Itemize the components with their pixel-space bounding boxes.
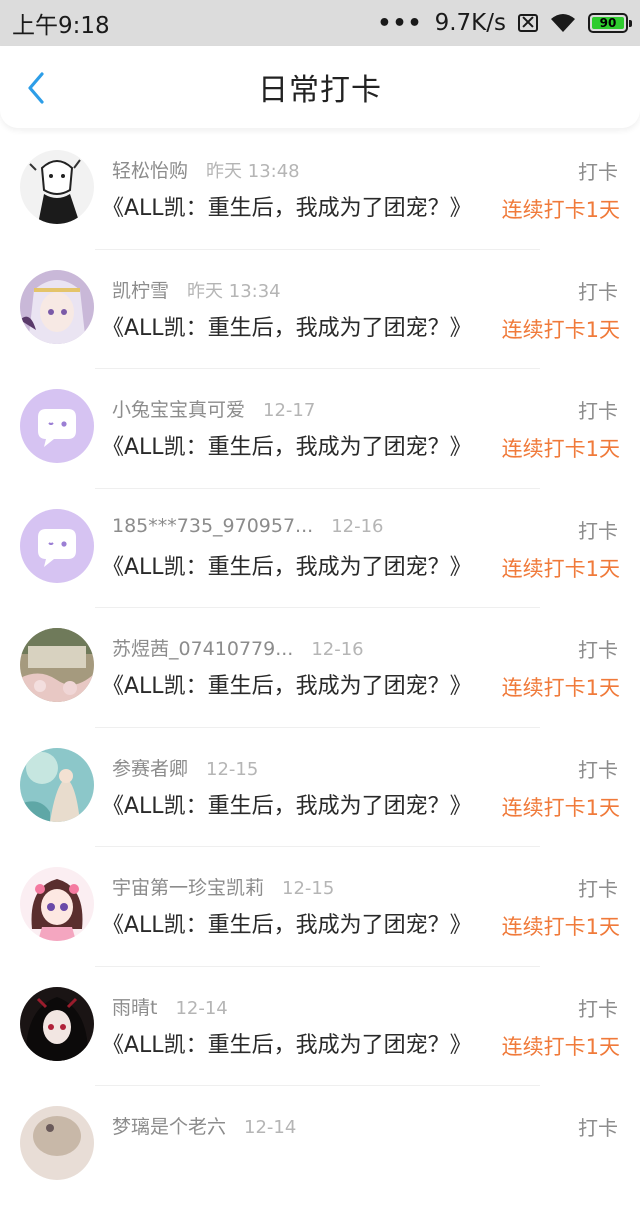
user-avatar[interactable] — [20, 508, 94, 583]
username[interactable]: 雨晴t — [112, 993, 157, 1020]
user-avatar[interactable] — [20, 1106, 94, 1180]
item-meta: 梦璃是个老六 12-14 — [112, 1112, 296, 1139]
checkin-time: 12-16 — [331, 515, 384, 537]
checkin-label: 打卡 — [578, 757, 618, 782]
list-item[interactable]: 宇宙第一珍宝凯莉 12-15 《ALL凯：重生后，我成为了团宠？》 打卡 连续打… — [0, 847, 640, 967]
book-title[interactable]: 《ALL凯：重生后，我成为了团宠？》 — [102, 907, 472, 939]
checkin-label: 打卡 — [578, 996, 618, 1021]
book-title[interactable]: 《ALL凯：重生后，我成为了团宠？》 — [102, 310, 472, 342]
checkin-label: 打卡 — [578, 518, 618, 543]
streak-label: 连续打卡1天 — [501, 198, 620, 222]
user-avatar[interactable] — [20, 389, 94, 463]
list-item[interactable]: 轻松怡购 昨天 13:48 《ALL凯：重生后，我成为了团宠？》 打卡 连续打卡… — [0, 130, 640, 250]
checkin-time: 昨天 13:48 — [206, 161, 300, 182]
checkin-time: 12-16 — [311, 639, 364, 660]
checkin-time: 12-15 — [206, 758, 259, 780]
list-item[interactable]: 185***735_970957... 12-16 《ALL凯：重生后，我成为了… — [0, 489, 640, 608]
checkin-time: 12-15 — [282, 878, 335, 899]
username[interactable]: 宇宙第一珍宝凯莉 — [112, 873, 264, 900]
checkin-label: 打卡 — [578, 399, 618, 423]
checkin-time: 12-14 — [175, 997, 228, 1019]
checkin-list: 轻松怡购 昨天 13:48 《ALL凯：重生后，我成为了团宠？》 打卡 连续打卡… — [0, 130, 640, 1206]
item-meta: 185***735_970957... 12-16 — [112, 515, 384, 537]
status-icons: ••• 9.7K/s 90 — [377, 10, 632, 36]
chevron-left-icon — [28, 72, 44, 104]
checkin-label: 打卡 — [578, 1116, 618, 1140]
sim-off-icon — [518, 14, 538, 32]
username[interactable]: 凯柠雪 — [112, 276, 169, 303]
checkin-time: 12-17 — [263, 400, 316, 421]
title-bar: 日常打卡 — [0, 46, 640, 128]
battery-level: 90 — [592, 16, 624, 30]
book-title[interactable]: 《ALL凯：重生后，我成为了团宠？》 — [102, 190, 472, 222]
status-time: 上午9:18 — [12, 13, 110, 39]
list-item[interactable]: 小兔宝宝真可爱 12-17 《ALL凯：重生后，我成为了团宠？》 打卡 连续打卡… — [0, 369, 640, 489]
page-title: 日常打卡 — [258, 73, 382, 108]
default-chat-icon — [20, 508, 94, 583]
streak-label: 连续打卡1天 — [501, 795, 620, 820]
item-meta: 参赛者卿 12-15 — [112, 754, 258, 781]
item-meta: 轻松怡购 昨天 13:48 — [112, 156, 300, 183]
status-bar: 上午9:18 ••• 9.7K/s 90 — [0, 0, 640, 46]
network-speed: 9.7K/s — [434, 10, 506, 36]
username[interactable]: 参赛者卿 — [112, 754, 188, 781]
book-title[interactable]: 《ALL凯：重生后，我成为了团宠？》 — [102, 788, 472, 820]
streak-label: 连续打卡1天 — [501, 915, 620, 939]
checkin-label: 打卡 — [578, 638, 618, 662]
book-title[interactable]: 《ALL凯：重生后，我成为了团宠？》 — [102, 549, 472, 581]
streak-label: 连续打卡1天 — [501, 556, 620, 581]
username[interactable]: 苏煜茜_07410779... — [112, 634, 293, 661]
username[interactable]: 梦璃是个老六 — [112, 1112, 226, 1139]
list-item[interactable]: 苏煜茜_07410779... 12-16 《ALL凯：重生后，我成为了团宠？》… — [0, 608, 640, 728]
checkin-label: 打卡 — [578, 279, 618, 304]
streak-label: 连续打卡1天 — [501, 676, 620, 700]
username[interactable]: 185***735_970957... — [112, 515, 313, 537]
list-item[interactable]: 梦璃是个老六 12-14 打卡 — [0, 1086, 640, 1206]
user-avatar[interactable] — [20, 867, 94, 941]
wifi-icon — [551, 14, 575, 32]
user-avatar[interactable] — [20, 747, 94, 822]
username[interactable]: 轻松怡购 — [112, 156, 188, 183]
checkin-label: 打卡 — [578, 877, 618, 901]
item-meta: 宇宙第一珍宝凯莉 12-15 — [112, 873, 334, 900]
more-dots-icon: ••• — [377, 10, 423, 36]
back-button[interactable] — [18, 68, 54, 108]
checkin-label: 打卡 — [578, 160, 618, 184]
streak-label: 连续打卡1天 — [501, 1034, 620, 1059]
username[interactable]: 小兔宝宝真可爱 — [112, 395, 245, 422]
streak-label: 连续打卡1天 — [501, 317, 620, 342]
user-avatar[interactable] — [20, 986, 94, 1061]
book-title[interactable]: 《ALL凯：重生后，我成为了团宠？》 — [102, 668, 472, 700]
item-meta: 雨晴t 12-14 — [112, 993, 228, 1020]
user-avatar[interactable] — [20, 628, 94, 702]
user-avatar[interactable] — [20, 269, 94, 344]
user-avatar[interactable] — [20, 150, 94, 224]
checkin-time: 昨天 13:34 — [187, 280, 281, 302]
item-meta: 苏煜茜_07410779... 12-16 — [112, 634, 364, 661]
checkin-time: 12-14 — [244, 1117, 297, 1138]
item-meta: 小兔宝宝真可爱 12-17 — [112, 395, 315, 422]
list-item[interactable]: 凯柠雪 昨天 13:34 《ALL凯：重生后，我成为了团宠？》 打卡 连续打卡1… — [0, 250, 640, 369]
list-item[interactable]: 参赛者卿 12-15 《ALL凯：重生后，我成为了团宠？》 打卡 连续打卡1天 — [0, 728, 640, 847]
item-meta: 凯柠雪 昨天 13:34 — [112, 276, 281, 303]
default-chat-icon — [20, 389, 94, 463]
book-title[interactable]: 《ALL凯：重生后，我成为了团宠？》 — [102, 1027, 472, 1059]
battery-icon: 90 — [588, 13, 632, 33]
book-title[interactable]: 《ALL凯：重生后，我成为了团宠？》 — [102, 429, 472, 461]
list-item[interactable]: 雨晴t 12-14 《ALL凯：重生后，我成为了团宠？》 打卡 连续打卡1天 — [0, 967, 640, 1086]
streak-label: 连续打卡1天 — [501, 437, 620, 461]
